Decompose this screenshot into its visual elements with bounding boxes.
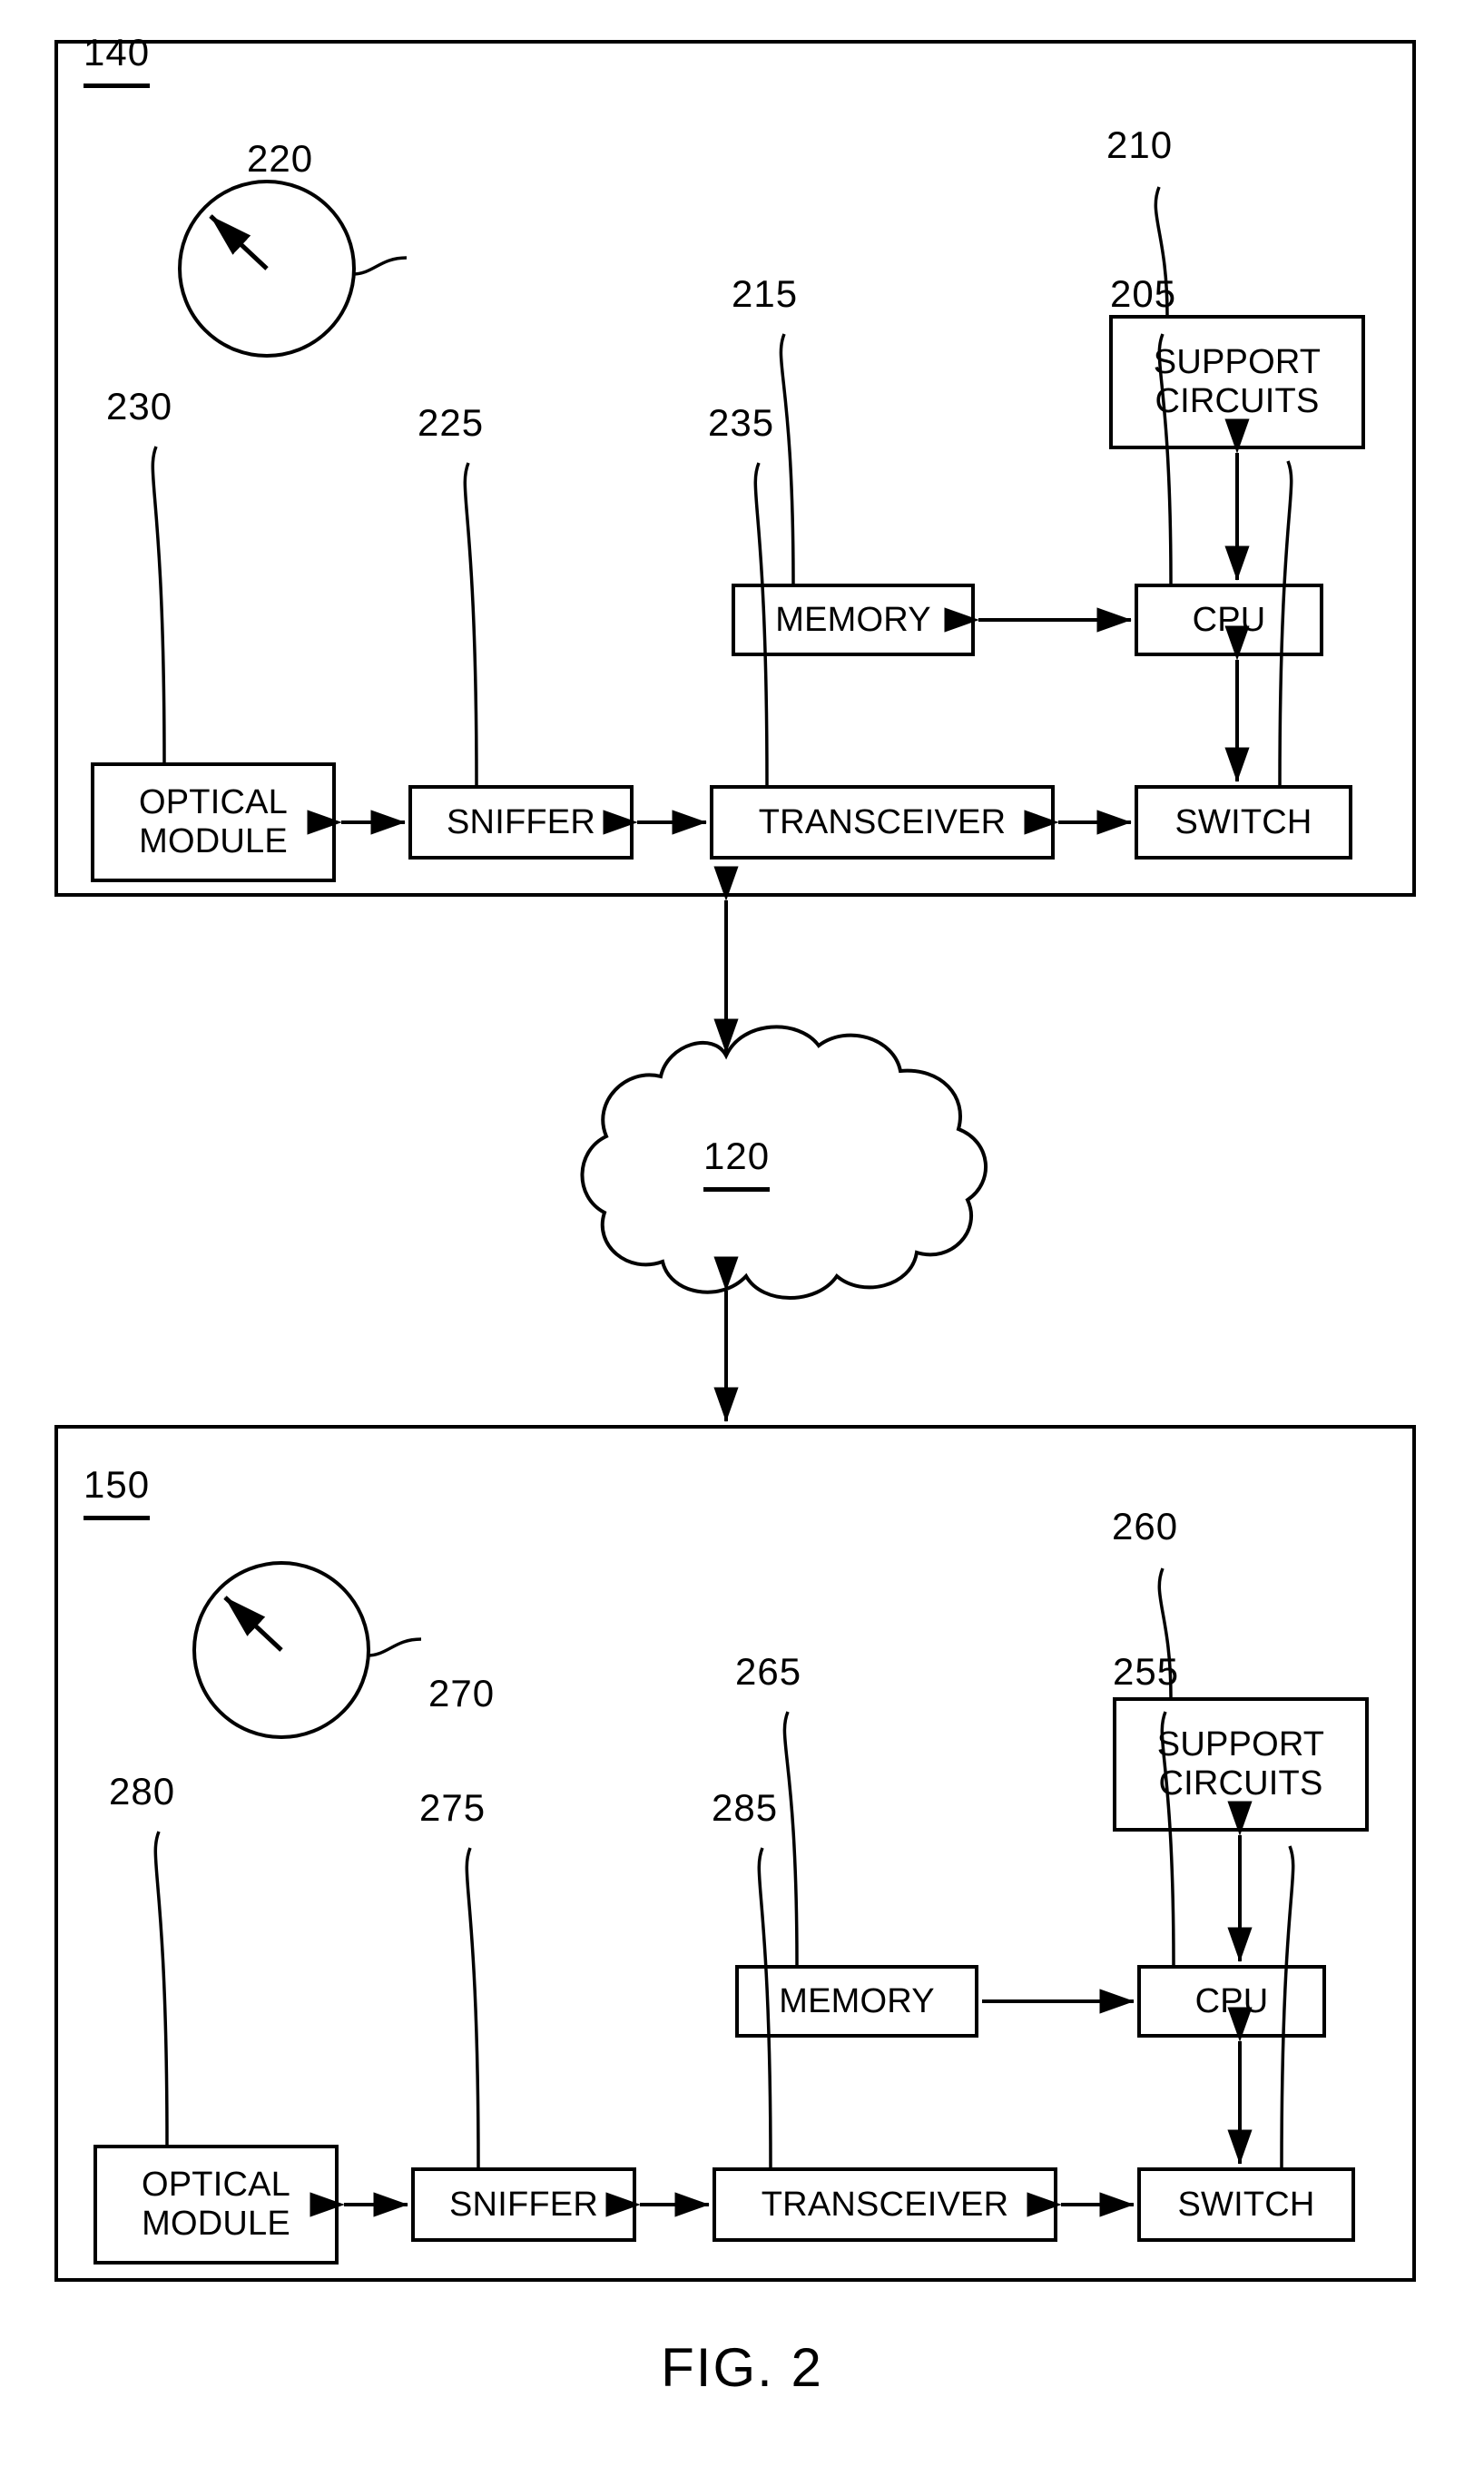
leader-line-270 [366,1637,422,1657]
leader-line-255 [1160,1711,1175,1966]
leader-line-265 [782,1711,799,1966]
leader-line-215 [779,333,795,585]
clock-hand-220 [209,214,269,270]
leader-line-275 [465,1847,480,2168]
leader-line-220 [351,256,408,276]
connector-layer [151,180,1295,2217]
clock-hand-270 [223,1596,283,1652]
leader-line-285 [757,1847,772,2168]
leader-line-240 [1278,460,1293,786]
leader-line-225 [463,462,478,786]
figure-caption: FIG. 2 [661,2337,823,2398]
figure-canvas: 140 220 210 215 205 230 225 235 240 SUPP… [0,0,1484,2466]
leader-line-280 [153,1831,169,2146]
network-cloud-shape [580,1025,988,1300]
leader-line-210 [1154,186,1169,316]
leader-line-260 [1157,1567,1173,1698]
leader-line-230 [151,446,166,763]
leader-line-235 [753,462,769,786]
leader-line-290 [1280,1845,1295,2168]
leader-line-205 [1157,333,1173,585]
